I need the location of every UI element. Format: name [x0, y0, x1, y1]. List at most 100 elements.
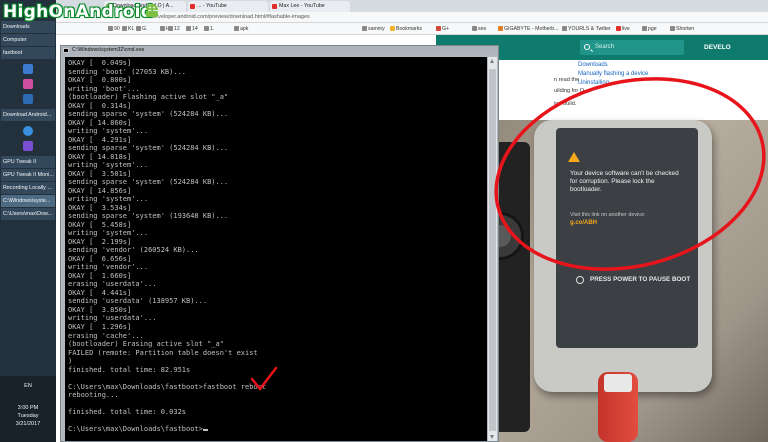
- toc-link-uninstalling[interactable]: Uninstalling: [578, 80, 609, 86]
- console-output[interactable]: OKAY [ 0.049s] sending 'boot' (27053 KB).…: [65, 57, 487, 441]
- cmd-title-bar[interactable]: C:\Windows\system32\cmd.exe: [61, 46, 498, 55]
- bookmark-item[interactable]: 90: [108, 25, 120, 33]
- console-line: OKAY [ 14.856s]: [68, 186, 132, 195]
- search-input[interactable]: Search: [580, 40, 684, 55]
- search-placeholder: Search: [595, 44, 615, 50]
- console-line: finished. total time: 82.951s: [68, 365, 191, 374]
- power-icon: [576, 276, 584, 284]
- taskbar-item-cmd[interactable]: C:\Windows\syste...: [1, 195, 55, 207]
- bookmark-item[interactable]: apk: [234, 25, 248, 33]
- console-line: writing 'system'...: [68, 161, 149, 170]
- console-line: sending sparse 'system' (193648 KB)...: [68, 212, 229, 221]
- language-indicator[interactable]: EN: [0, 382, 56, 390]
- cmd-icon: [63, 48, 69, 53]
- page-icon: [136, 25, 141, 31]
- bookmarks-bar: 90 KL G. H 12 14 1. apk sammy Bookmarks …: [56, 23, 768, 35]
- tab-youtube-1[interactable]: ... - YouTube: [188, 1, 268, 12]
- console-line: ): [68, 357, 73, 366]
- bookmark-item[interactable]: 12: [168, 25, 180, 33]
- console-line: OKAY [ 1.296s]: [68, 322, 132, 331]
- tab-bar: Download Android O | A... ... - YouTube …: [56, 0, 768, 12]
- address-bar[interactable]: developer.android.com/preview/download.h…: [56, 12, 768, 23]
- console-line: (bootloader) Flashing active slot "_a": [68, 93, 229, 102]
- page-icon: [160, 25, 165, 31]
- url-text[interactable]: developer.android.com/preview/download.h…: [152, 13, 342, 22]
- app-icon[interactable]: [23, 64, 33, 74]
- bookmark-item[interactable]: KL: [122, 25, 134, 33]
- bookmark-item[interactable]: live: [616, 25, 630, 33]
- bookmark-item[interactable]: 14: [186, 25, 198, 33]
- console-line: writing 'userdata'...: [68, 314, 157, 323]
- developers-label[interactable]: DEVELO: [704, 35, 731, 60]
- page-icon: [122, 25, 127, 31]
- console-line: (bootloader) Erasing active slot "_a": [68, 340, 224, 349]
- console-line: sending sparse 'system' (524284 KB)...: [68, 178, 229, 187]
- usb-plug: [604, 374, 632, 392]
- taskbar-item-explorer[interactable]: C:\Users\max\Dow...: [1, 208, 55, 220]
- console-line: sending sparse 'system' (524284 KB)...: [68, 110, 229, 119]
- page-icon: [168, 25, 173, 31]
- taskbar-item-gpu-tweak[interactable]: GPU Tweak II: [1, 156, 55, 168]
- app-icon[interactable]: [23, 141, 33, 151]
- console-line: OKAY [ 1.660s]: [68, 271, 132, 280]
- bookmark-item[interactable]: Shorten: [670, 25, 694, 33]
- page-text: ine build.: [554, 101, 577, 107]
- app-icon[interactable]: [23, 94, 33, 104]
- android-robot-icon: [146, 4, 158, 17]
- star-icon: [390, 25, 395, 31]
- taskbar-item-download-android[interactable]: Download Android...: [1, 109, 55, 121]
- app-icon[interactable]: [23, 79, 33, 89]
- scroll-down-arrow-icon[interactable]: [490, 435, 494, 439]
- page-icon: [362, 25, 367, 31]
- console-line: OKAY [ 4.291s]: [68, 135, 132, 144]
- page-icon: [562, 25, 567, 31]
- page-icon: [472, 25, 477, 31]
- scrollbar-thumb[interactable]: [489, 69, 496, 431]
- youtube-icon: [190, 4, 195, 9]
- bookmark-item[interactable]: GIGABYTE - Motherb...: [498, 25, 558, 33]
- toc-link-downloads[interactable]: Downloads: [578, 62, 608, 68]
- phone-photo: Your device software can't be checked fo…: [456, 120, 768, 442]
- chrome-icon[interactable]: [23, 126, 33, 136]
- console-cursor: [202, 429, 208, 432]
- warning-icon: [568, 152, 580, 162]
- console-line: OKAY [ 0.314s]: [68, 101, 132, 110]
- page-text: n read the: [554, 77, 580, 83]
- taskbar-item-computer[interactable]: Computer: [1, 34, 55, 46]
- tab-youtube-2[interactable]: Max Lee - YouTube: [270, 1, 350, 12]
- clock-time[interactable]: 3:00 PM: [0, 404, 56, 412]
- youtube-icon: [272, 4, 277, 9]
- console-line: OKAY [ 0.800s]: [68, 76, 132, 85]
- toc-link-manual-flashing[interactable]: Manually flashing a device: [578, 71, 648, 77]
- page-icon: [108, 25, 113, 31]
- console-line: OKAY [ 14.818s]: [68, 152, 132, 161]
- bookmark-item[interactable]: G+: [436, 25, 449, 33]
- system-tray: EN 3:00 PM Tuesday 3/21/2017: [0, 376, 56, 442]
- taskbar-item-recording[interactable]: Recording Locally ...: [1, 182, 55, 194]
- taskbar-item-gpu-tweak-monitor[interactable]: GPU Tweak II Moni...: [1, 169, 55, 181]
- cmd-scrollbar[interactable]: [488, 57, 497, 441]
- scroll-up-arrow-icon[interactable]: [490, 59, 494, 63]
- console-line: OKAY [ 3.534s]: [68, 203, 132, 212]
- google-plus-icon: [436, 25, 441, 31]
- taskbar-item-downloads[interactable]: Downloads: [1, 21, 55, 33]
- console-line: erasing 'userdata'...: [68, 280, 157, 289]
- console-line: erasing 'cache'...: [68, 331, 144, 340]
- console-line: OKAY [ 14.860s]: [68, 118, 132, 127]
- bookmark-folder[interactable]: Bookmarks: [390, 25, 422, 33]
- bookmark-item[interactable]: sammy: [362, 25, 385, 33]
- console-line: C:\Users\max\Downloads\fastboot>: [68, 425, 487, 434]
- bookmark-item[interactable]: G.: [136, 25, 147, 33]
- bookmark-item[interactable]: ses: [472, 25, 486, 33]
- youtube-icon: [616, 25, 621, 31]
- bookmark-item[interactable]: YOURLS & Twitter: [562, 25, 611, 33]
- console-line: OKAY [ 4.441s]: [68, 288, 132, 297]
- bookmark-item[interactable]: pge: [642, 25, 657, 33]
- phone-device: Your device software can't be checked fo…: [534, 120, 712, 392]
- page-icon: [670, 25, 675, 31]
- visit-link-text: Visit this link on another device:: [570, 212, 646, 218]
- bookmark-item[interactable]: 1.: [204, 25, 214, 33]
- taskbar-item-fastboot[interactable]: fastboot: [1, 47, 55, 59]
